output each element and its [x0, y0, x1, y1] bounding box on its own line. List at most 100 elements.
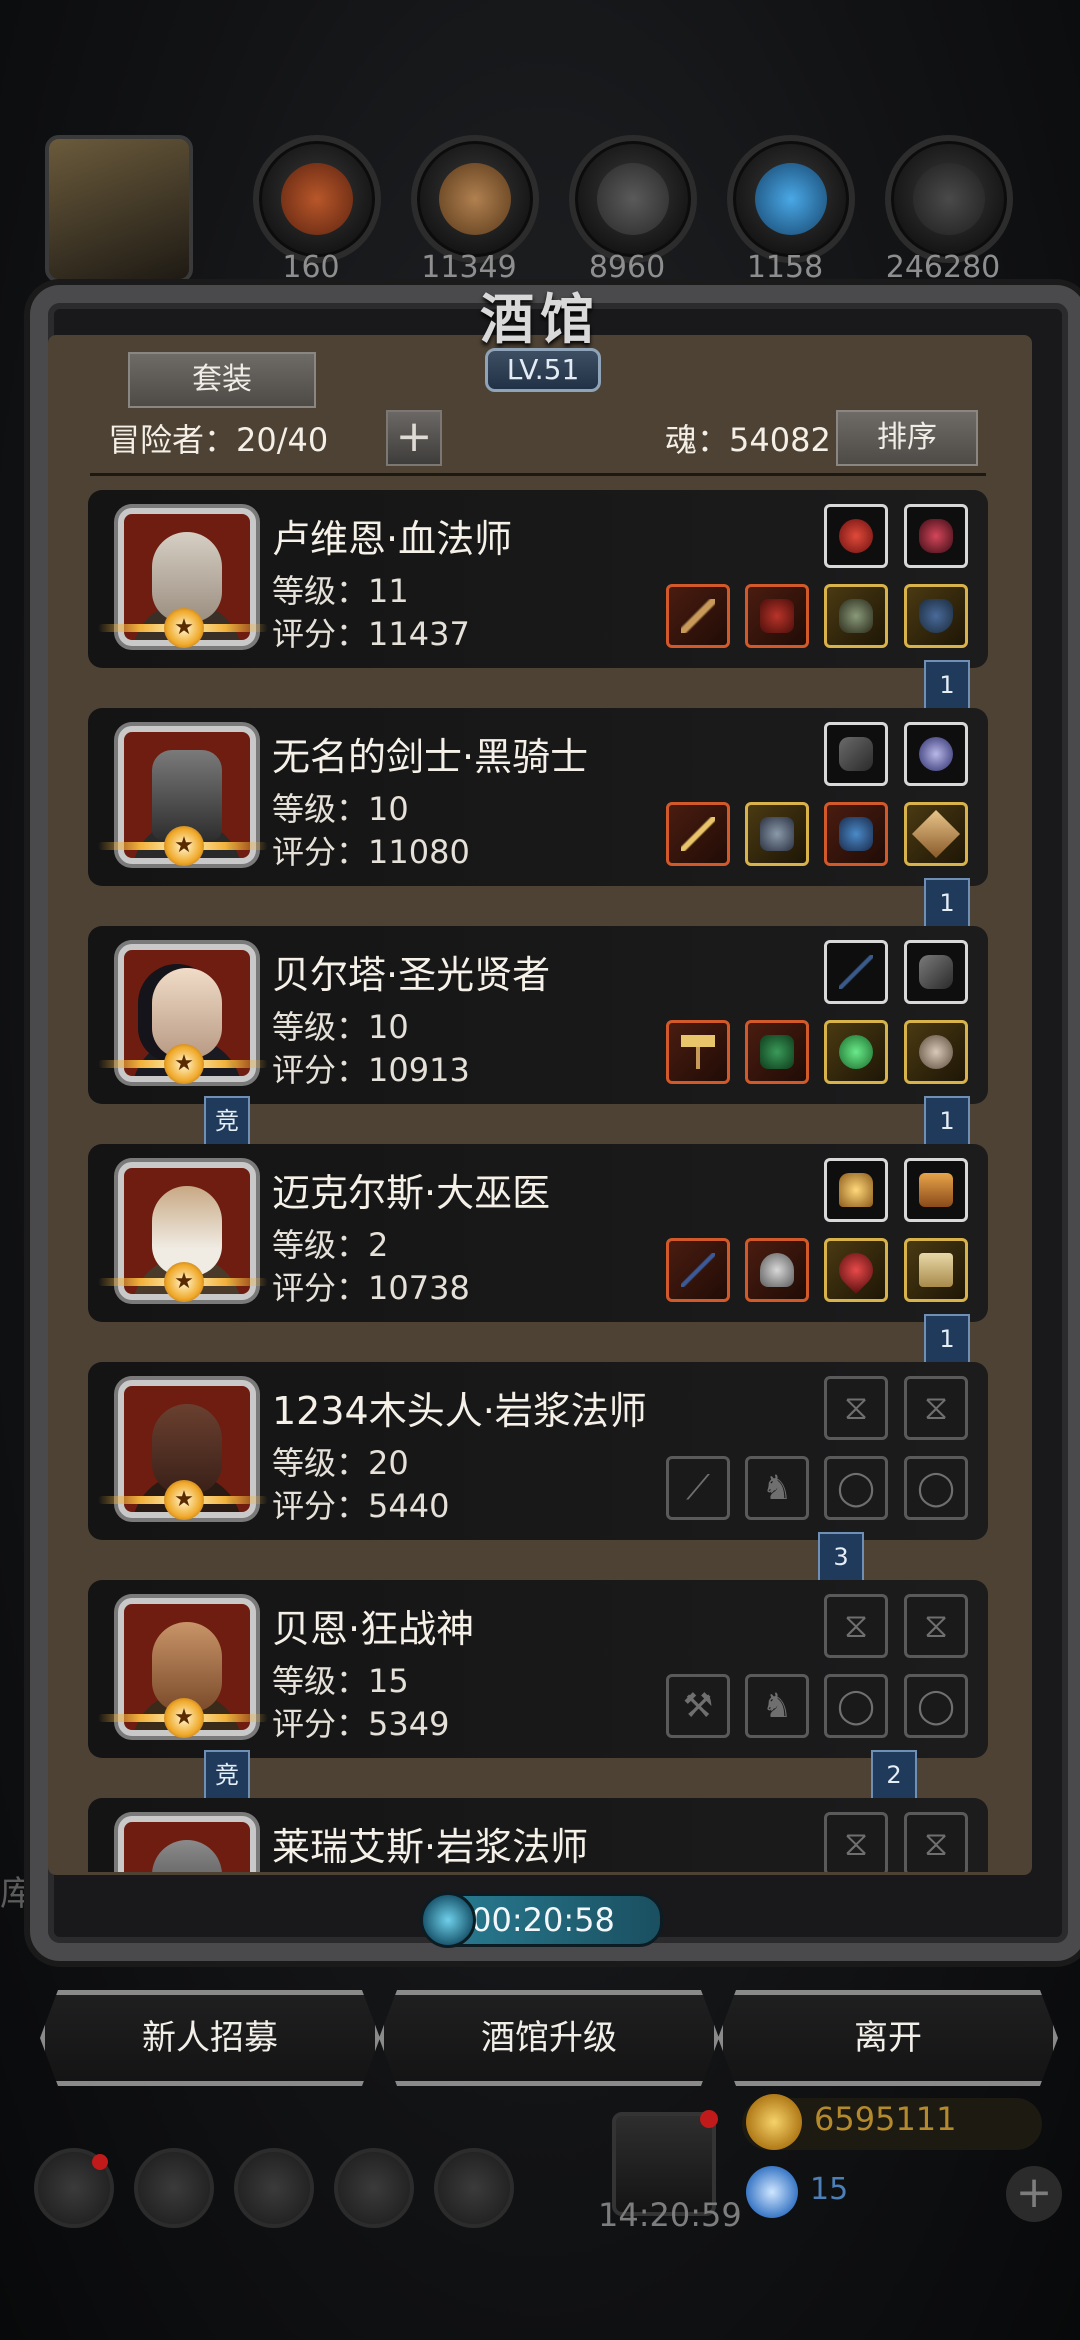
map-icon[interactable] — [434, 2148, 514, 2228]
empty-slot-icon[interactable]: ⧖ — [904, 1376, 968, 1440]
hero-avatar-slot[interactable] — [45, 135, 193, 283]
resource-iron-icon[interactable] — [569, 135, 697, 263]
adventurer-list[interactable]: ★ 卢维恩·血法师 等级：11 评分：11437 1 ★ 无名的剑士·黑骑士 等… — [88, 490, 988, 1872]
armor-item-icon[interactable] — [745, 584, 809, 648]
tome-item-icon[interactable] — [904, 802, 968, 866]
adventurer-card[interactable]: 莱瑞艾斯·岩浆法师 ⧖ ⧖ — [88, 1798, 988, 1872]
adventurer-level: 等级：11 — [272, 572, 409, 610]
armor-item-icon[interactable] — [745, 802, 809, 866]
ring-item-icon[interactable] — [904, 1020, 968, 1084]
gold-amount: 6595111 — [814, 2100, 957, 2138]
rank-badge-icon: ★ — [98, 608, 268, 648]
adventurer-level: 等级：2 — [272, 1226, 389, 1264]
orb-item-icon[interactable] — [904, 722, 968, 786]
rank-badge-icon: ★ — [98, 826, 268, 866]
empty-armor-slot-icon[interactable]: ♞ — [745, 1674, 809, 1738]
amulet-item-icon[interactable] — [904, 504, 968, 568]
resource-crystal-icon[interactable] — [727, 135, 855, 263]
armor-item-icon[interactable] — [745, 1020, 809, 1084]
amulet-item-icon[interactable] — [824, 1238, 888, 1302]
gem-icon — [746, 2166, 798, 2218]
soul-count: 魂：54082 — [665, 421, 831, 459]
empty-ring-slot-icon[interactable]: ◯ — [904, 1456, 968, 1520]
empty-staff-slot-icon[interactable]: ⟋ — [666, 1456, 730, 1520]
lantern-item-icon[interactable] — [824, 1158, 888, 1222]
empty-ring-slot-icon[interactable]: ◯ — [824, 1456, 888, 1520]
gold-coin-icon — [746, 2094, 802, 2150]
adventurer-portrait — [118, 1816, 256, 1872]
resource-stone-count: 246280 — [885, 250, 1001, 285]
empty-ring-slot-icon[interactable]: ◯ — [824, 1674, 888, 1738]
gauntlet-item-icon[interactable] — [824, 802, 888, 866]
rank-badge-icon: ★ — [98, 1262, 268, 1302]
empty-slot-icon[interactable]: ⧖ — [904, 1594, 968, 1658]
rank-badge-icon: ★ — [98, 1044, 268, 1084]
guild-icon[interactable] — [134, 2148, 214, 2228]
mail-icon[interactable] — [334, 2148, 414, 2228]
hammer-item-icon[interactable] — [666, 1020, 730, 1084]
leave-button[interactable]: 离开 — [718, 1990, 1058, 2086]
adventurer-level: 等级：15 — [272, 1662, 409, 1700]
sword-item-icon[interactable] — [666, 802, 730, 866]
adventurer-score: 评分：10738 — [272, 1269, 470, 1307]
charm-item-icon[interactable] — [904, 1158, 968, 1222]
gem-item-icon[interactable] — [824, 1020, 888, 1084]
staff-item-icon[interactable] — [666, 584, 730, 648]
adventurer-card[interactable]: ★ 贝恩·狂战神 等级：15 评分：5349 ⧖ ⧖ ⚒ ♞ ◯ ◯ — [88, 1580, 988, 1758]
adventurer-name: 莱瑞艾斯·岩浆法师 — [272, 1825, 589, 1869]
adventurer-score: 评分：5440 — [272, 1487, 450, 1525]
adventurer-card[interactable]: ★ 迈克尔斯·大巫医 等级：2 评分：10738 — [88, 1144, 988, 1322]
wand-item-icon[interactable] — [824, 940, 888, 1004]
empty-armor-slot-icon[interactable]: ♞ — [745, 1456, 809, 1520]
resource-wood-icon[interactable] — [411, 135, 539, 263]
adventurer-level: 等级：20 — [272, 1444, 409, 1482]
resource-stone-icon[interactable] — [885, 135, 1013, 263]
adventurer-card[interactable]: ★ 贝尔塔·圣光贤者 等级：10 评分：10913 — [88, 926, 988, 1104]
rank-badge-icon: ★ — [98, 1698, 268, 1738]
empty-axe-slot-icon[interactable]: ⚒ — [666, 1674, 730, 1738]
armor-item-icon[interactable] — [745, 1238, 809, 1302]
adventurer-level: 等级：10 — [272, 1008, 409, 1046]
adventurer-card[interactable]: ★ 1234木头人·岩浆法师 等级：20 评分：5440 ⧖ ⧖ ⟋ ♞ ◯ ◯ — [88, 1362, 988, 1540]
building-icon[interactable] — [234, 2148, 314, 2228]
adventurer-score: 评分：5349 — [272, 1705, 450, 1743]
equipment-set-button[interactable]: 套装 — [128, 352, 316, 408]
rank-badge-icon: ★ — [98, 1480, 268, 1520]
adventurer-level: 等级：10 — [272, 790, 409, 828]
empty-slot-icon[interactable]: ⧖ — [904, 1812, 968, 1872]
scroll-item-icon[interactable] — [904, 1238, 968, 1302]
side-hint-text: 库 — [0, 1874, 34, 1914]
empty-ring-slot-icon[interactable]: ◯ — [904, 1674, 968, 1738]
adventurer-name: 1234木头人·岩浆法师 — [272, 1389, 647, 1433]
empty-slot-icon[interactable]: ⧖ — [824, 1594, 888, 1658]
helmet-item-icon[interactable] — [824, 584, 888, 648]
bracer-item-icon[interactable] — [904, 940, 968, 1004]
tavern-level-badge: LV.51 — [485, 348, 601, 392]
empty-slot-icon[interactable]: ⧖ — [824, 1376, 888, 1440]
adventurer-name: 卢维恩·血法师 — [272, 517, 513, 561]
adventurer-card[interactable]: ★ 卢维恩·血法师 等级：11 评分：11437 — [88, 490, 988, 668]
recruit-button[interactable]: 新人招募 — [40, 1990, 380, 2086]
sort-button[interactable]: 排序 — [836, 410, 978, 466]
adventurer-name: 无名的剑士·黑骑士 — [272, 735, 589, 779]
resource-meat-icon[interactable] — [253, 135, 381, 263]
resource-meat-count: 160 — [282, 250, 340, 285]
adventurer-score: 评分：10913 — [272, 1051, 470, 1089]
clock-icon — [420, 1892, 476, 1948]
adventurer-card[interactable]: ★ 无名的剑士·黑骑士 等级：10 评分：11080 — [88, 708, 988, 886]
adventurer-score: 评分：11437 — [272, 615, 470, 653]
panel-title: 酒馆 — [480, 287, 600, 351]
bracer-item-icon[interactable] — [824, 722, 888, 786]
adventurer-name: 贝恩·狂战神 — [272, 1607, 475, 1651]
adventurer-score: 评分：11080 — [272, 833, 470, 871]
shield-item-icon[interactable] — [904, 584, 968, 648]
scepter-item-icon[interactable] — [666, 1238, 730, 1302]
add-currency-icon[interactable]: + — [1006, 2166, 1062, 2222]
refresh-timer: 00:20:58 — [420, 1892, 663, 1948]
ring-item-icon[interactable] — [824, 504, 888, 568]
empty-slot-icon[interactable]: ⧖ — [824, 1812, 888, 1872]
settings-gear-icon[interactable] — [34, 2148, 114, 2228]
gem-amount: 15 — [810, 2172, 849, 2207]
tavern-upgrade-button[interactable]: 酒馆升级 — [379, 1990, 719, 2086]
expand-capacity-button[interactable]: + — [386, 410, 442, 466]
